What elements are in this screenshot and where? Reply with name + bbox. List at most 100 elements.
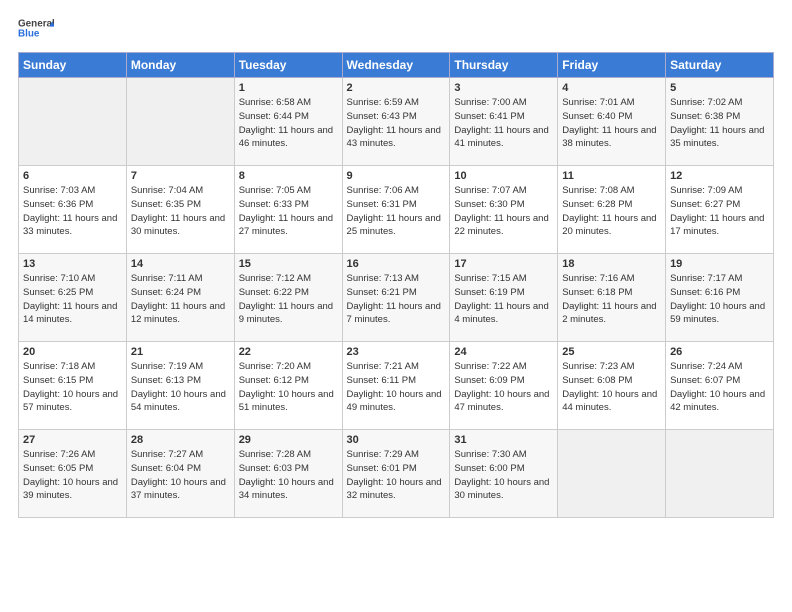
day-info: Sunrise: 7:08 AMSunset: 6:28 PMDaylight:… (562, 184, 661, 239)
weekday-header-tuesday: Tuesday (234, 53, 342, 78)
calendar-cell: 7 Sunrise: 7:04 AMSunset: 6:35 PMDaylight… (126, 166, 234, 254)
day-number: 26 (670, 346, 769, 358)
week-row-1: 1 Sunrise: 6:58 AMSunset: 6:44 PMDaylight… (19, 78, 774, 166)
calendar-cell: 24 Sunrise: 7:22 AMSunset: 6:09 PMDayligh… (450, 342, 558, 430)
day-info: Sunrise: 7:10 AMSunset: 6:25 PMDaylight:… (23, 272, 122, 327)
day-info: Sunrise: 7:23 AMSunset: 6:08 PMDaylight:… (562, 360, 661, 415)
day-number: 12 (670, 170, 769, 182)
day-number: 14 (131, 258, 230, 270)
day-number: 7 (131, 170, 230, 182)
day-number: 1 (239, 82, 338, 94)
week-row-2: 6Sunrise: 7:03 AMSunset: 6:36 PMDaylight… (19, 166, 774, 254)
calendar-cell: 1 Sunrise: 6:58 AMSunset: 6:44 PMDaylight… (234, 78, 342, 166)
calendar-cell: 26 Sunrise: 7:24 AMSunset: 6:07 PMDayligh… (666, 342, 774, 430)
day-info: Sunrise: 7:05 AMSunset: 6:33 PMDaylight:… (239, 184, 338, 239)
day-number: 23 (347, 346, 446, 358)
calendar-cell: 13 Sunrise: 7:10 AMSunset: 6:25 PMDayligh… (19, 254, 127, 342)
calendar-cell: 10 Sunrise: 7:07 AMSunset: 6:30 PMDayligh… (450, 166, 558, 254)
page: General Blue SundayMondayTuesdayWednesda… (0, 0, 792, 612)
day-info: Sunrise: 7:02 AMSunset: 6:38 PMDaylight:… (670, 96, 769, 151)
week-row-4: 20Sunrise: 7:18 AMSunset: 6:15 PMDayligh… (19, 342, 774, 430)
logo: General Blue (18, 10, 54, 46)
header: General Blue (18, 10, 774, 46)
day-number: 11 (562, 170, 661, 182)
day-info: Sunrise: 7:11 AMSunset: 6:24 PMDaylight:… (131, 272, 230, 327)
day-info: Sunrise: 7:15 AMSunset: 6:19 PMDaylight:… (454, 272, 553, 327)
weekday-header-saturday: Saturday (666, 53, 774, 78)
day-number: 15 (239, 258, 338, 270)
calendar-cell: 14 Sunrise: 7:11 AMSunset: 6:24 PMDayligh… (126, 254, 234, 342)
calendar-cell: 17 Sunrise: 7:15 AMSunset: 6:19 PMDayligh… (450, 254, 558, 342)
day-number: 29 (239, 434, 338, 446)
calendar-cell: 16 Sunrise: 7:13 AMSunset: 6:21 PMDayligh… (342, 254, 450, 342)
calendar-cell (666, 430, 774, 518)
calendar-cell: 19Sunrise: 7:17 AMSunset: 6:16 PMDayligh… (666, 254, 774, 342)
day-number: 13 (23, 258, 122, 270)
day-info: Sunrise: 6:58 AMSunset: 6:44 PMDaylight:… (239, 96, 338, 151)
weekday-header-friday: Friday (558, 53, 666, 78)
day-info: Sunrise: 7:20 AMSunset: 6:12 PMDaylight:… (239, 360, 338, 415)
day-number: 16 (347, 258, 446, 270)
calendar-cell: 28 Sunrise: 7:27 AMSunset: 6:04 PMDayligh… (126, 430, 234, 518)
weekday-header-monday: Monday (126, 53, 234, 78)
day-number: 4 (562, 82, 661, 94)
day-info: Sunrise: 7:09 AMSunset: 6:27 PMDaylight:… (670, 184, 769, 239)
weekday-header-thursday: Thursday (450, 53, 558, 78)
day-info: Sunrise: 7:07 AMSunset: 6:30 PMDaylight:… (454, 184, 553, 239)
day-info: Sunrise: 7:06 AMSunset: 6:31 PMDaylight:… (347, 184, 446, 239)
calendar-cell: 4 Sunrise: 7:01 AMSunset: 6:40 PMDaylight… (558, 78, 666, 166)
calendar-cell: 9Sunrise: 7:06 AMSunset: 6:31 PMDaylight… (342, 166, 450, 254)
day-info: Sunrise: 7:12 AMSunset: 6:22 PMDaylight:… (239, 272, 338, 327)
day-number: 17 (454, 258, 553, 270)
day-info: Sunrise: 7:13 AMSunset: 6:21 PMDaylight:… (347, 272, 446, 327)
calendar-cell: 23 Sunrise: 7:21 AMSunset: 6:11 PMDayligh… (342, 342, 450, 430)
day-number: 31 (454, 434, 553, 446)
day-number: 28 (131, 434, 230, 446)
day-info: Sunrise: 7:18 AMSunset: 6:15 PMDaylight:… (23, 360, 122, 415)
day-info: Sunrise: 7:17 AMSunset: 6:16 PMDaylight:… (670, 272, 769, 327)
day-info: Sunrise: 7:29 AMSunset: 6:01 PMDaylight:… (347, 448, 446, 503)
day-info: Sunrise: 7:16 AMSunset: 6:18 PMDaylight:… (562, 272, 661, 327)
day-number: 5 (670, 82, 769, 94)
logo-svg: General Blue (18, 10, 54, 46)
calendar-cell: 11 Sunrise: 7:08 AMSunset: 6:28 PMDayligh… (558, 166, 666, 254)
week-row-5: 27 Sunrise: 7:26 AMSunset: 6:05 PMDayligh… (19, 430, 774, 518)
svg-text:General: General (18, 19, 54, 30)
calendar-cell: 2 Sunrise: 6:59 AMSunset: 6:43 PMDaylight… (342, 78, 450, 166)
calendar-cell: 12 Sunrise: 7:09 AMSunset: 6:27 PMDayligh… (666, 166, 774, 254)
day-info: Sunrise: 7:26 AMSunset: 6:05 PMDaylight:… (23, 448, 122, 503)
calendar-cell: 15 Sunrise: 7:12 AMSunset: 6:22 PMDayligh… (234, 254, 342, 342)
svg-text:Blue: Blue (18, 29, 40, 40)
day-number: 18 (562, 258, 661, 270)
weekday-header-row: SundayMondayTuesdayWednesdayThursdayFrid… (19, 53, 774, 78)
calendar-cell: 25Sunrise: 7:23 AMSunset: 6:08 PMDayligh… (558, 342, 666, 430)
weekday-header-wednesday: Wednesday (342, 53, 450, 78)
calendar-cell (19, 78, 127, 166)
day-number: 10 (454, 170, 553, 182)
day-info: Sunrise: 7:01 AMSunset: 6:40 PMDaylight:… (562, 96, 661, 151)
day-info: Sunrise: 7:22 AMSunset: 6:09 PMDaylight:… (454, 360, 553, 415)
day-number: 21 (131, 346, 230, 358)
calendar-cell: 31 Sunrise: 7:30 AMSunset: 6:00 PMDayligh… (450, 430, 558, 518)
day-info: Sunrise: 7:04 AMSunset: 6:35 PMDaylight:… (131, 184, 230, 239)
day-info: Sunrise: 7:28 AMSunset: 6:03 PMDaylight:… (239, 448, 338, 503)
calendar-cell: 29 Sunrise: 7:28 AMSunset: 6:03 PMDayligh… (234, 430, 342, 518)
calendar-cell: 21 Sunrise: 7:19 AMSunset: 6:13 PMDayligh… (126, 342, 234, 430)
day-info: Sunrise: 7:30 AMSunset: 6:00 PMDaylight:… (454, 448, 553, 503)
day-number: 27 (23, 434, 122, 446)
day-info: Sunrise: 6:59 AMSunset: 6:43 PMDaylight:… (347, 96, 446, 151)
calendar-cell: 20Sunrise: 7:18 AMSunset: 6:15 PMDayligh… (19, 342, 127, 430)
calendar-cell: 5 Sunrise: 7:02 AMSunset: 6:38 PMDaylight… (666, 78, 774, 166)
calendar-table: SundayMondayTuesdayWednesdayThursdayFrid… (18, 52, 774, 518)
day-number: 24 (454, 346, 553, 358)
day-info: Sunrise: 7:27 AMSunset: 6:04 PMDaylight:… (131, 448, 230, 503)
week-row-3: 13 Sunrise: 7:10 AMSunset: 6:25 PMDayligh… (19, 254, 774, 342)
calendar-cell: 27 Sunrise: 7:26 AMSunset: 6:05 PMDayligh… (19, 430, 127, 518)
day-number: 2 (347, 82, 446, 94)
day-info: Sunrise: 7:19 AMSunset: 6:13 PMDaylight:… (131, 360, 230, 415)
day-info: Sunrise: 7:24 AMSunset: 6:07 PMDaylight:… (670, 360, 769, 415)
day-info: Sunrise: 7:21 AMSunset: 6:11 PMDaylight:… (347, 360, 446, 415)
calendar-cell: 22 Sunrise: 7:20 AMSunset: 6:12 PMDayligh… (234, 342, 342, 430)
day-number: 22 (239, 346, 338, 358)
calendar-cell: 6Sunrise: 7:03 AMSunset: 6:36 PMDaylight… (19, 166, 127, 254)
